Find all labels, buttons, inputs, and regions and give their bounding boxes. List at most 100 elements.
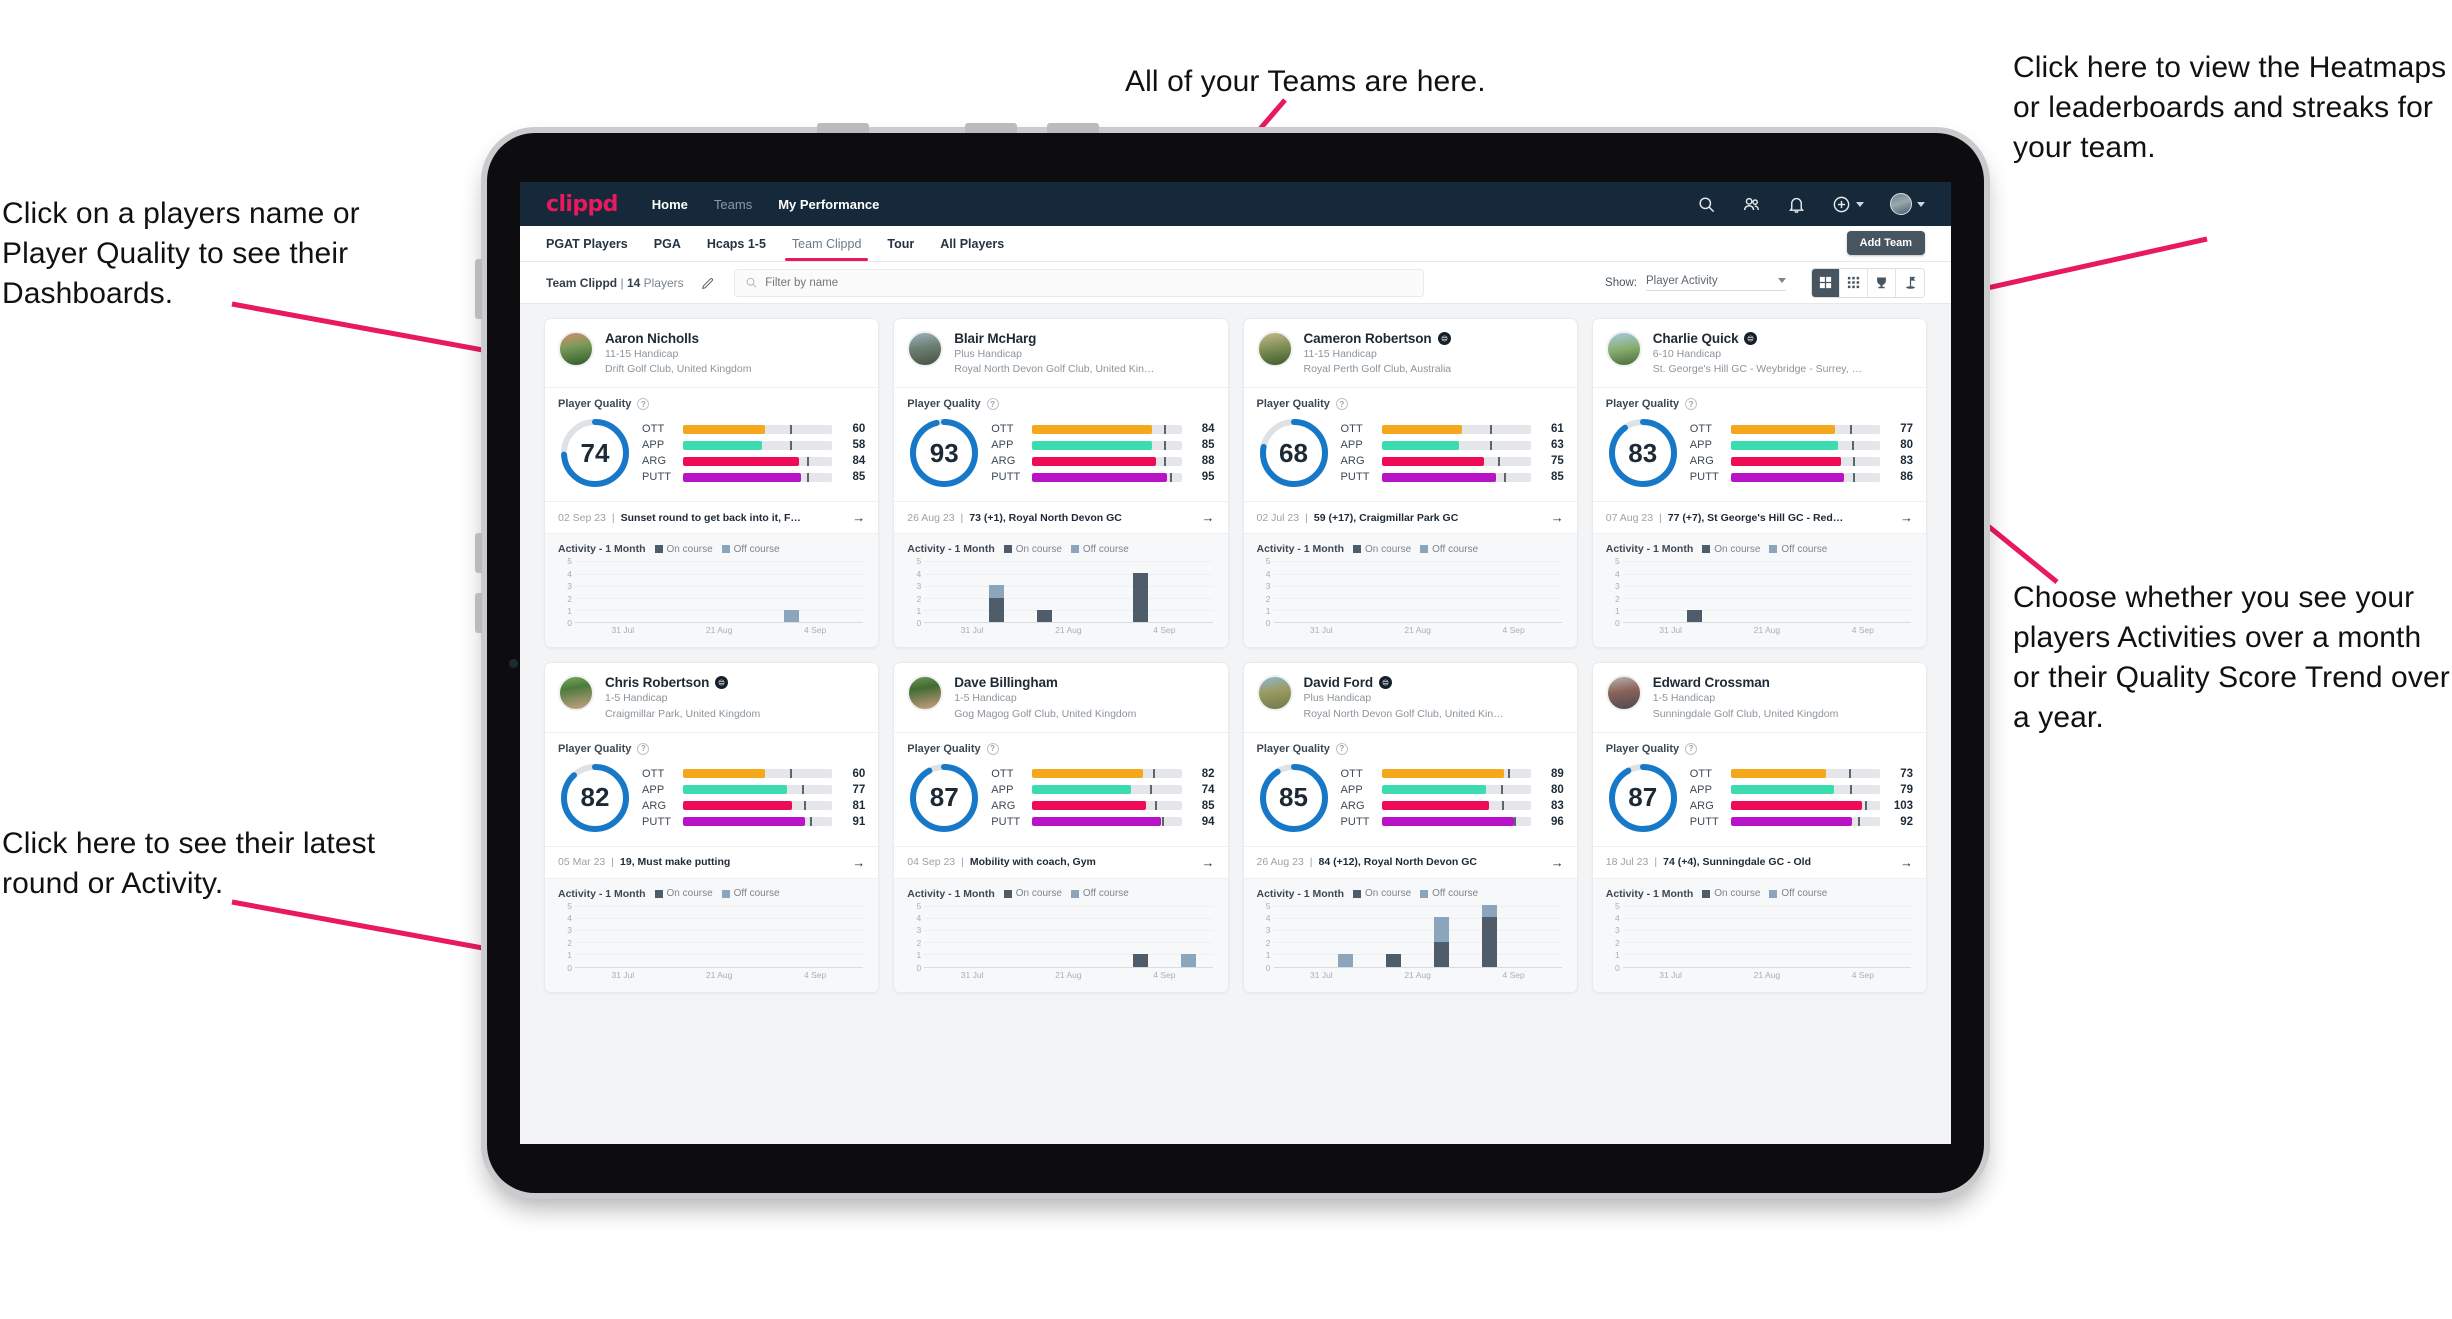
latest-activity-row[interactable]: 18 Jul 23 | 74 (+4), Sunningdale GC - Ol…	[1592, 847, 1926, 879]
player-card[interactable]: Chris Robertson 1-5 Handicap Craigmillar…	[544, 662, 880, 993]
nav-item-home[interactable]: Home	[652, 197, 688, 212]
player-header[interactable]: Charlie Quick 6-10 Handicap St. George's…	[1592, 319, 1926, 389]
arrow-right-icon[interactable]: →	[1551, 855, 1564, 870]
view-heatmap-button[interactable]	[1896, 268, 1924, 297]
add-menu[interactable]	[1832, 195, 1864, 214]
player-name[interactable]: Edward Crossman	[1653, 675, 1770, 690]
help-icon[interactable]: ?	[1335, 398, 1348, 411]
user-menu[interactable]	[1890, 193, 1925, 215]
player-avatar[interactable]	[558, 331, 594, 367]
player-header[interactable]: Dave Billingham 1-5 Handicap Gog Magog G…	[894, 663, 1228, 733]
search-input[interactable]	[765, 276, 1413, 289]
chevron-down-icon[interactable]	[1856, 201, 1864, 207]
tab-hcaps-1-5[interactable]: Hcaps 1-5	[694, 226, 779, 261]
player-name[interactable]: Charlie Quick	[1653, 331, 1739, 346]
arrow-right-icon[interactable]: →	[1202, 855, 1215, 870]
player-name[interactable]: Chris Robertson	[605, 675, 709, 690]
help-icon[interactable]: ?	[637, 742, 650, 755]
latest-activity-row[interactable]: 02 Jul 23 | 59 (+17), Craigmillar Park G…	[1243, 502, 1577, 535]
chevron-down-icon[interactable]	[1917, 201, 1925, 207]
player-header[interactable]: Edward Crossman 1-5 Handicap Sunningdale…	[1592, 663, 1926, 733]
view-leaderboard-button[interactable]	[1868, 268, 1896, 297]
player-header[interactable]: Blair McHarg Plus Handicap Royal North D…	[894, 319, 1228, 389]
add-team-button[interactable]: Add Team	[1846, 231, 1925, 255]
metric-label: ARG	[1340, 799, 1365, 812]
player-card[interactable]: Blair McHarg Plus Handicap Royal North D…	[893, 318, 1229, 649]
latest-activity-row[interactable]: 05 Mar 23 | 19, Must make putting →	[545, 847, 879, 879]
avatar[interactable]	[1890, 193, 1912, 215]
arrow-right-icon[interactable]: →	[1900, 510, 1913, 525]
help-icon[interactable]: ?	[1685, 398, 1698, 411]
people-icon[interactable]	[1742, 195, 1761, 214]
arrow-right-icon[interactable]: →	[852, 855, 865, 870]
metric-row: ARG 84	[642, 455, 865, 467]
tab-pga[interactable]: PGA	[641, 226, 694, 261]
player-card[interactable]: Cameron Robertson 11-15 Handicap Royal P…	[1242, 318, 1578, 649]
metric-fill	[1381, 440, 1460, 450]
nav-item-teams[interactable]: Teams	[714, 197, 752, 212]
player-card[interactable]: Charlie Quick 6-10 Handicap St. George's…	[1591, 318, 1927, 649]
latest-activity-row[interactable]: 07 Aug 23 | 77 (+7), St George's Hill GC…	[1592, 502, 1926, 535]
arrow-right-icon[interactable]: →	[852, 510, 865, 525]
player-avatar[interactable]	[1256, 675, 1293, 712]
arrow-right-icon[interactable]: →	[1900, 855, 1913, 870]
metric-bar	[1730, 817, 1880, 827]
latest-activity-row[interactable]: 04 Sep 23 | Mobility with coach, Gym →	[894, 847, 1228, 879]
player-avatar[interactable]	[907, 331, 944, 367]
help-icon[interactable]: ?	[1685, 742, 1698, 755]
player-name[interactable]: David Ford	[1304, 675, 1374, 690]
search-field-wrapper[interactable]	[733, 268, 1424, 297]
latest-activity-row[interactable]: 26 Aug 23 | 73 (+1), Royal North Devon G…	[894, 502, 1228, 535]
player-avatar[interactable]	[558, 675, 594, 712]
player-avatar[interactable]	[1605, 331, 1642, 367]
player-header[interactable]: David Ford Plus Handicap Royal North Dev…	[1243, 663, 1577, 733]
player-quality-section[interactable]: Player Quality ? 83 OTT 77 APP 80 ARG 83…	[1592, 388, 1926, 503]
player-card[interactable]: David Ford Plus Handicap Royal North Dev…	[1242, 662, 1578, 993]
player-quality-section[interactable]: Player Quality ? 93 OTT 84 APP 85 ARG 88…	[894, 388, 1228, 503]
tab-tour[interactable]: Tour	[874, 226, 927, 261]
player-avatar[interactable]	[1256, 331, 1293, 367]
player-name[interactable]: Aaron Nicholls	[605, 331, 699, 346]
tab-pgat-players[interactable]: PGAT Players	[546, 226, 641, 261]
plus-circle-icon[interactable]	[1832, 195, 1851, 214]
latest-activity-row[interactable]: 02 Sep 23 | Sunset round to get back int…	[545, 502, 879, 535]
view-grid-button[interactable]	[1812, 268, 1840, 297]
view-dense-grid-button[interactable]	[1840, 268, 1868, 297]
help-icon[interactable]: ?	[637, 398, 650, 411]
help-icon[interactable]: ?	[1335, 742, 1348, 755]
player-name[interactable]: Cameron Robertson	[1304, 331, 1432, 346]
player-header[interactable]: Chris Robertson 1-5 Handicap Craigmillar…	[545, 663, 879, 733]
player-quality-section[interactable]: Player Quality ? 82 OTT 60 APP 77 ARG 81…	[545, 733, 879, 847]
player-card[interactable]: Edward Crossman 1-5 Handicap Sunningdale…	[1591, 662, 1927, 993]
player-quality-section[interactable]: Player Quality ? 68 OTT 61 APP 63 ARG 75…	[1243, 388, 1577, 503]
show-select[interactable]: Player Activity	[1646, 275, 1786, 291]
player-avatar[interactable]	[1605, 675, 1642, 712]
player-card[interactable]: Aaron Nicholls 11-15 Handicap Drift Golf…	[544, 318, 880, 649]
tab-all-players[interactable]: All Players	[927, 226, 1017, 261]
player-name[interactable]: Blair McHarg	[954, 331, 1036, 346]
player-quality-section[interactable]: Player Quality ? 87 OTT 82 APP 74 ARG 85…	[894, 733, 1228, 847]
edit-team-button[interactable]	[694, 269, 722, 297]
player-name[interactable]: Dave Billingham	[954, 675, 1058, 690]
tab-team-clippd[interactable]: Team Clippd	[779, 226, 874, 261]
player-header[interactable]: Aaron Nicholls 11-15 Handicap Drift Golf…	[545, 319, 879, 389]
player-quality-section[interactable]: Player Quality ? 85 OTT 89 APP 80 ARG 83…	[1243, 733, 1577, 847]
quality-donut: 82	[558, 761, 632, 835]
metric-fill	[683, 472, 801, 482]
bell-icon[interactable]	[1787, 195, 1806, 214]
player-avatar[interactable]	[907, 675, 944, 712]
quality-score: 68	[1279, 437, 1308, 468]
player-header[interactable]: Cameron Robertson 11-15 Handicap Royal P…	[1243, 319, 1577, 389]
search-icon[interactable]	[1697, 195, 1716, 214]
arrow-right-icon[interactable]: →	[1202, 510, 1215, 525]
clippd-logo[interactable]: clippd	[546, 192, 618, 217]
chevron-down-icon[interactable]	[1778, 278, 1786, 283]
latest-activity-row[interactable]: 26 Aug 23 | 84 (+12), Royal North Devon …	[1243, 847, 1577, 879]
help-icon[interactable]: ?	[986, 742, 999, 755]
player-card[interactable]: Dave Billingham 1-5 Handicap Gog Magog G…	[893, 662, 1229, 993]
player-quality-section[interactable]: Player Quality ? 74 OTT 60 APP 58 ARG 84…	[545, 388, 879, 503]
help-icon[interactable]: ?	[986, 398, 999, 411]
nav-item-my-performance[interactable]: My Performance	[778, 197, 879, 212]
arrow-right-icon[interactable]: →	[1551, 510, 1564, 525]
player-quality-section[interactable]: Player Quality ? 87 OTT 73 APP 79 ARG 10…	[1592, 733, 1926, 847]
